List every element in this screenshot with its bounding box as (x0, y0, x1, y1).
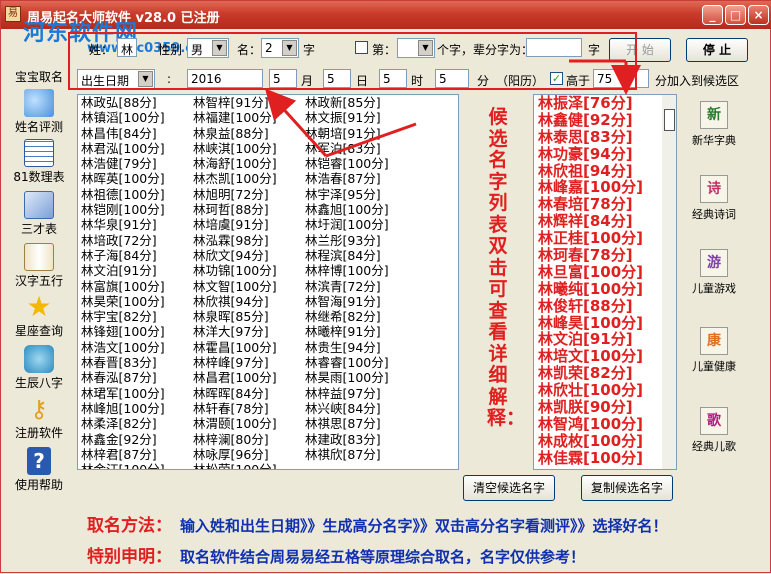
arrow-to-form (264, 88, 328, 158)
annotation-arrows (264, 59, 641, 158)
arrow-tail (325, 122, 417, 158)
app-window: 易 周易起名大师软件 v28.0 已注册 _ □ × 河东软件网 www.pc0… (0, 0, 771, 573)
